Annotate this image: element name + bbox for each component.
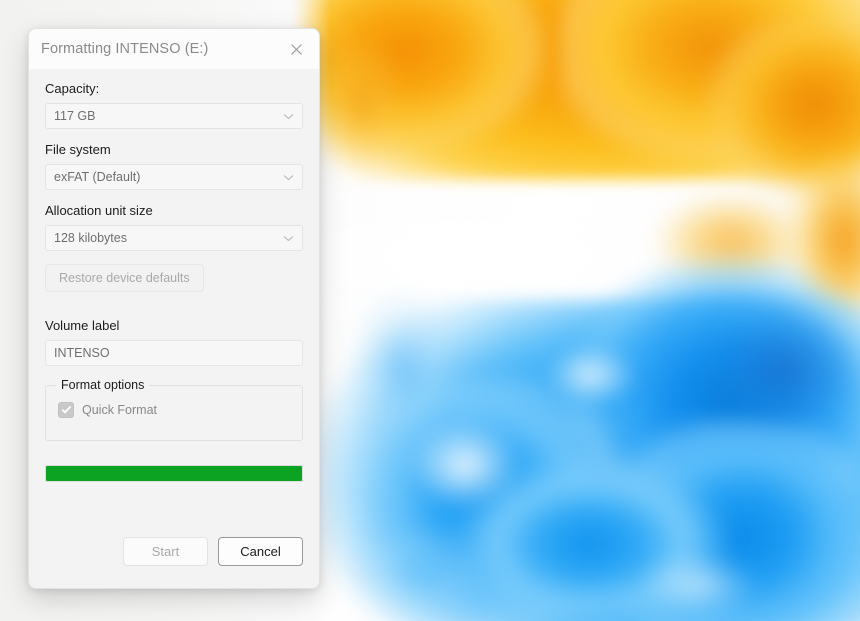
chevron-down-icon [283,229,294,247]
close-icon[interactable] [273,29,319,69]
wallpaper-highlight [620,540,780,621]
quick-format-row[interactable]: Quick Format [58,401,290,418]
volume-label-input[interactable]: INTENSO [45,339,303,366]
volume-label-label: Volume label [45,317,120,333]
allocation-unit-combobox[interactable]: 128 kilobytes [45,224,303,251]
quick-format-label: Quick Format [82,402,158,417]
wallpaper-blue-ink [440,460,740,621]
wallpaper-highlight [380,400,550,530]
wallpaper-orange-ink [640,190,830,320]
start-button[interactable]: Start [123,537,208,566]
wallpaper-orange-ink [700,20,860,220]
format-window-title: Formatting INTENSO (E:) [41,41,209,57]
wallpaper-blue-ink [560,250,860,550]
cancel-button[interactable]: Cancel [218,537,303,566]
volume-label-value: INTENSO [54,345,110,360]
wallpaper-blue-wisp [330,520,510,621]
wallpaper-blue-wisp [318,280,468,460]
chevron-down-icon [283,107,294,125]
format-options-group: Format options Quick Format [45,377,303,441]
format-window-buttons: Start Cancel [45,537,303,566]
wallpaper-orange-ink [560,0,860,160]
file-system-label: File system [45,141,111,157]
wallpaper-blue-ink [300,300,860,621]
format-window-body: Capacity: 117 GB File system exFAT (Defa… [29,69,319,588]
wallpaper-blue-ink [600,420,860,621]
format-window-titlebar: Formatting INTENSO (E:) [29,29,319,69]
chevron-down-icon [283,168,294,186]
restore-defaults-row: Restore device defaults [45,263,303,292]
format-window: Formatting INTENSO (E:) Capacity: 117 GB… [28,28,320,589]
ok-button[interactable]: OK [336,114,424,146]
wallpaper-blue-ink-dark [690,290,860,450]
desktop: Formatting INTENSO (E:) Capacity: 117 GB… [0,0,860,621]
file-system-combobox[interactable]: exFAT (Default) [45,163,303,190]
format-progress-fill [46,465,302,481]
allocation-unit-value: 128 kilobytes [54,230,127,245]
wallpaper-orange-ink [745,160,860,360]
allocation-unit-label: Allocation unit size [45,202,153,218]
capacity-combobox[interactable]: 117 GB [45,102,303,129]
capacity-label: Capacity: [45,81,100,96]
wallpaper-highlight [520,330,660,420]
dialog-title: Formatting INTENSO (E:) [14,13,182,29]
format-progress-bar [45,464,303,482]
capacity-value: 117 GB [54,108,96,123]
close-icon[interactable] [398,1,444,41]
file-system-value: exFAT (Default) [54,169,141,184]
wallpaper-blue-ink [330,380,630,621]
format-options-legend: Format options [56,377,150,392]
restore-device-defaults-button[interactable]: Restore device defaults [45,263,204,292]
wallpaper-white-band [300,185,720,325]
quick-format-checkbox[interactable] [58,401,74,418]
